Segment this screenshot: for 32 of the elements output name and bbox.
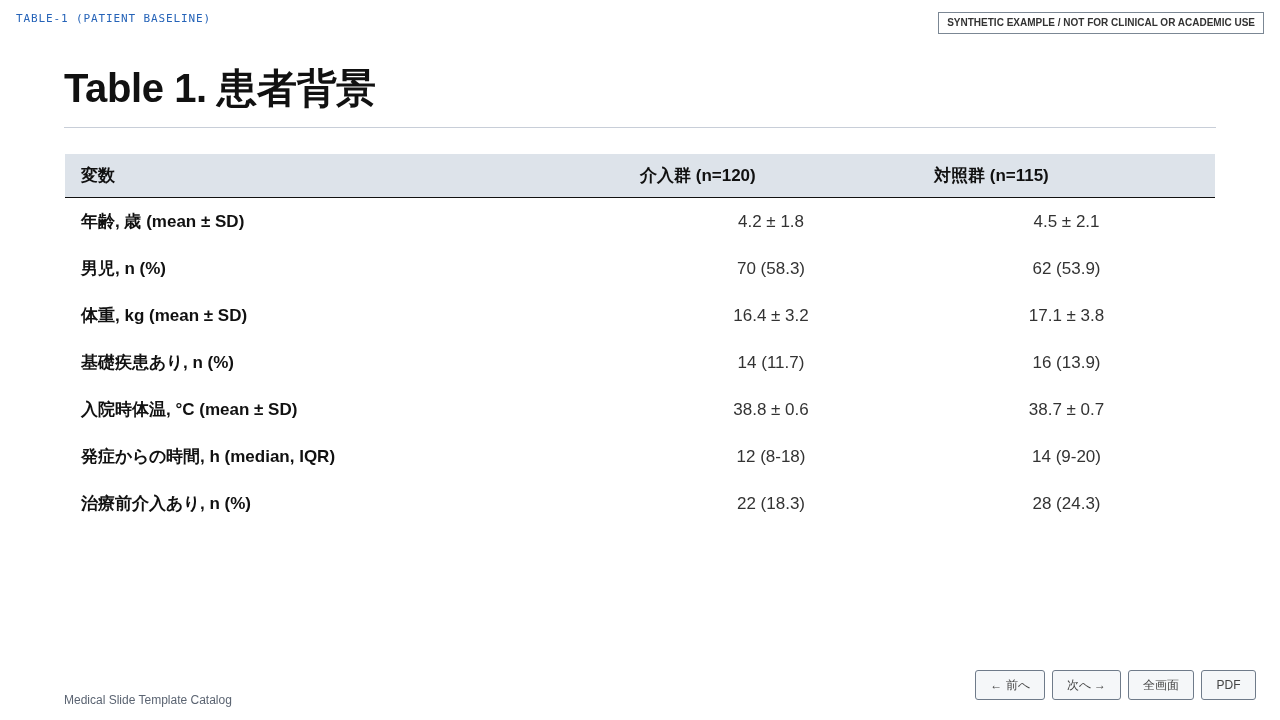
footer-text: Medical Slide Template Catalog [64,692,232,709]
table-cell: 14 (9-20) [1032,446,1101,466]
table-cell: 基礎疾患あり, n (%) [81,352,234,372]
table-cell: 62 (53.9) [1032,258,1101,278]
nav-button[interactable]: 次へ → [1051,670,1121,700]
table-cell: 38.8 ± 0.6 [733,399,809,419]
table-cell: 男児, n (%) [81,258,166,278]
table-cell: 14 (11.7) [737,352,805,372]
column-header: 変数 [81,165,115,185]
table-cell: 17.1 ± 3.8 [1028,305,1105,325]
notice-badge: SYNTHETIC EXAMPLE / NOT FOR CLINICAL OR ACADEMIC USE [938,12,1264,34]
table-cell: 38.7 ± 0.7 [1028,399,1105,419]
table-cell: 12 (8-18) [736,446,806,466]
table-cell: 22 (18.3) [736,493,805,513]
column-header: 対照群 (n=115) [934,165,1049,185]
column-header: 介入群 (n=120) [640,165,756,185]
table-cell: 年齢, 歳 (mean ± SD) [81,211,245,231]
table-cell: 治療前介入あり, n (%) [81,493,251,513]
nav-button[interactable]: ← 前へ [975,670,1045,700]
table-cell: 発症からの時間, h (median, IQR) [81,446,336,466]
slide-title: Table 1. 患者背景 [64,65,377,112]
table-cell: 体重, kg (mean ± SD) [81,305,248,325]
table-cell: 4.2 ± 1.8 [737,211,804,231]
nav-button[interactable]: 全画面 [1128,670,1194,700]
table-cell: 28 (24.3) [1032,493,1101,513]
nav-button[interactable]: PDF [1201,670,1256,700]
table-cell: 入院時体温, °C (mean ± SD) [81,399,298,419]
table-cell: 70 (58.3) [736,258,805,278]
slide-label: TABLE-1 (PATIENT BASELINE) [16,11,212,27]
table-cell: 16.4 ± 3.2 [733,305,809,325]
table-cell: 4.5 ± 2.1 [1033,211,1100,231]
table-cell: 16 (13.9) [1032,352,1101,372]
